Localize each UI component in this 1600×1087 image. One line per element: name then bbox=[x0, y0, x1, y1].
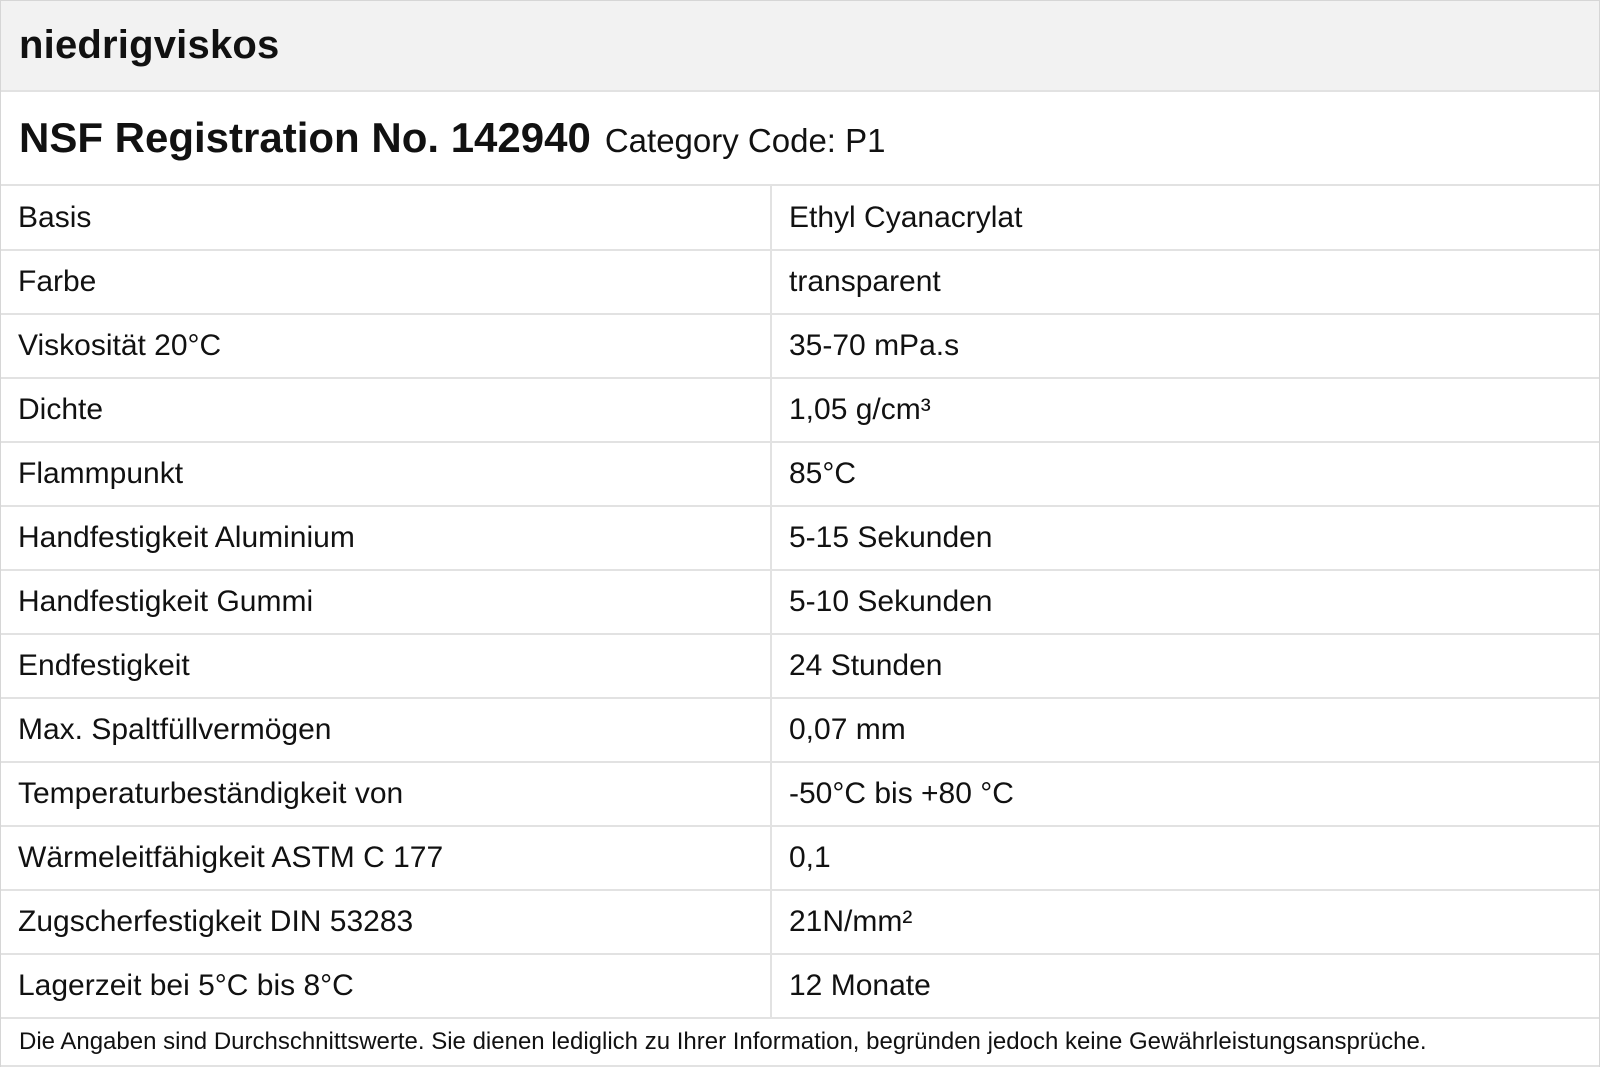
property-value: transparent bbox=[771, 250, 1599, 315]
table-row: Farbe transparent bbox=[1, 250, 1599, 315]
header-bar: niedrigviskos bbox=[1, 0, 1599, 92]
table-row: Zugscherfestigkeit DIN 53283 21N/mm² bbox=[1, 890, 1599, 955]
table-row: Basis Ethyl Cyanacrylat bbox=[1, 186, 1599, 251]
property-label: Farbe bbox=[1, 250, 772, 315]
property-value: 0,1 bbox=[771, 826, 1599, 891]
property-label: Handfestigkeit Aluminium bbox=[1, 506, 772, 571]
property-value: 85°C bbox=[771, 442, 1599, 507]
table-row: Handfestigkeit Aluminium 5-15 Sekunden bbox=[1, 506, 1599, 571]
table-row: Max. Spaltfüllvermögen 0,07 mm bbox=[1, 698, 1599, 763]
datasheet: niedrigviskos NSF Registration No. 14294… bbox=[0, 0, 1600, 1067]
table-row: Handfestigkeit Gummi 5-10 Sekunden bbox=[1, 570, 1599, 635]
property-value: 1,05 g/cm³ bbox=[771, 378, 1599, 443]
property-label: Lagerzeit bei 5°C bis 8°C bbox=[1, 954, 772, 1019]
table-row: Viskosität 20°C 35-70 mPa.s bbox=[1, 314, 1599, 379]
property-label: Max. Spaltfüllvermögen bbox=[1, 698, 772, 763]
property-label: Zugscherfestigkeit DIN 53283 bbox=[1, 890, 772, 955]
properties-table-body: Basis Ethyl Cyanacrylat Farbe transparen… bbox=[1, 186, 1599, 1019]
property-label: Flammpunkt bbox=[1, 442, 772, 507]
page-title: niedrigviskos bbox=[19, 23, 280, 67]
property-label: Endfestigkeit bbox=[1, 634, 772, 699]
property-value: 21N/mm² bbox=[771, 890, 1599, 955]
table-row: Flammpunkt 85°C bbox=[1, 442, 1599, 507]
registration-row: NSF Registration No. 142940 Category Cod… bbox=[1, 92, 1599, 186]
table-row: Dichte 1,05 g/cm³ bbox=[1, 378, 1599, 443]
table-row: Wärmeleitfähigkeit ASTM C 177 0,1 bbox=[1, 826, 1599, 891]
property-label: Wärmeleitfähigkeit ASTM C 177 bbox=[1, 826, 772, 891]
disclaimer-note: Die Angaben sind Durchschnittswerte. Sie… bbox=[1, 1019, 1599, 1067]
property-label: Viskosität 20°C bbox=[1, 314, 772, 379]
registration-number: NSF Registration No. 142940 bbox=[19, 114, 591, 161]
table-row: Temperaturbeständigkeit von -50°C bis +8… bbox=[1, 762, 1599, 827]
property-value: -50°C bis +80 °C bbox=[771, 762, 1599, 827]
properties-table: Basis Ethyl Cyanacrylat Farbe transparen… bbox=[1, 186, 1599, 1019]
property-value: 24 Stunden bbox=[771, 634, 1599, 699]
property-value: 35-70 mPa.s bbox=[771, 314, 1599, 379]
property-label: Handfestigkeit Gummi bbox=[1, 570, 772, 635]
property-value: 0,07 mm bbox=[771, 698, 1599, 763]
property-label: Dichte bbox=[1, 378, 772, 443]
table-row: Lagerzeit bei 5°C bis 8°C 12 Monate bbox=[1, 954, 1599, 1019]
property-label: Basis bbox=[1, 186, 772, 251]
property-label: Temperaturbeständigkeit von bbox=[1, 762, 772, 827]
property-value: 12 Monate bbox=[771, 954, 1599, 1019]
category-code: Category Code: P1 bbox=[604, 122, 886, 159]
property-value: 5-15 Sekunden bbox=[771, 506, 1599, 571]
property-value: 5-10 Sekunden bbox=[771, 570, 1599, 635]
table-row: Endfestigkeit 24 Stunden bbox=[1, 634, 1599, 699]
property-value: Ethyl Cyanacrylat bbox=[771, 186, 1599, 251]
